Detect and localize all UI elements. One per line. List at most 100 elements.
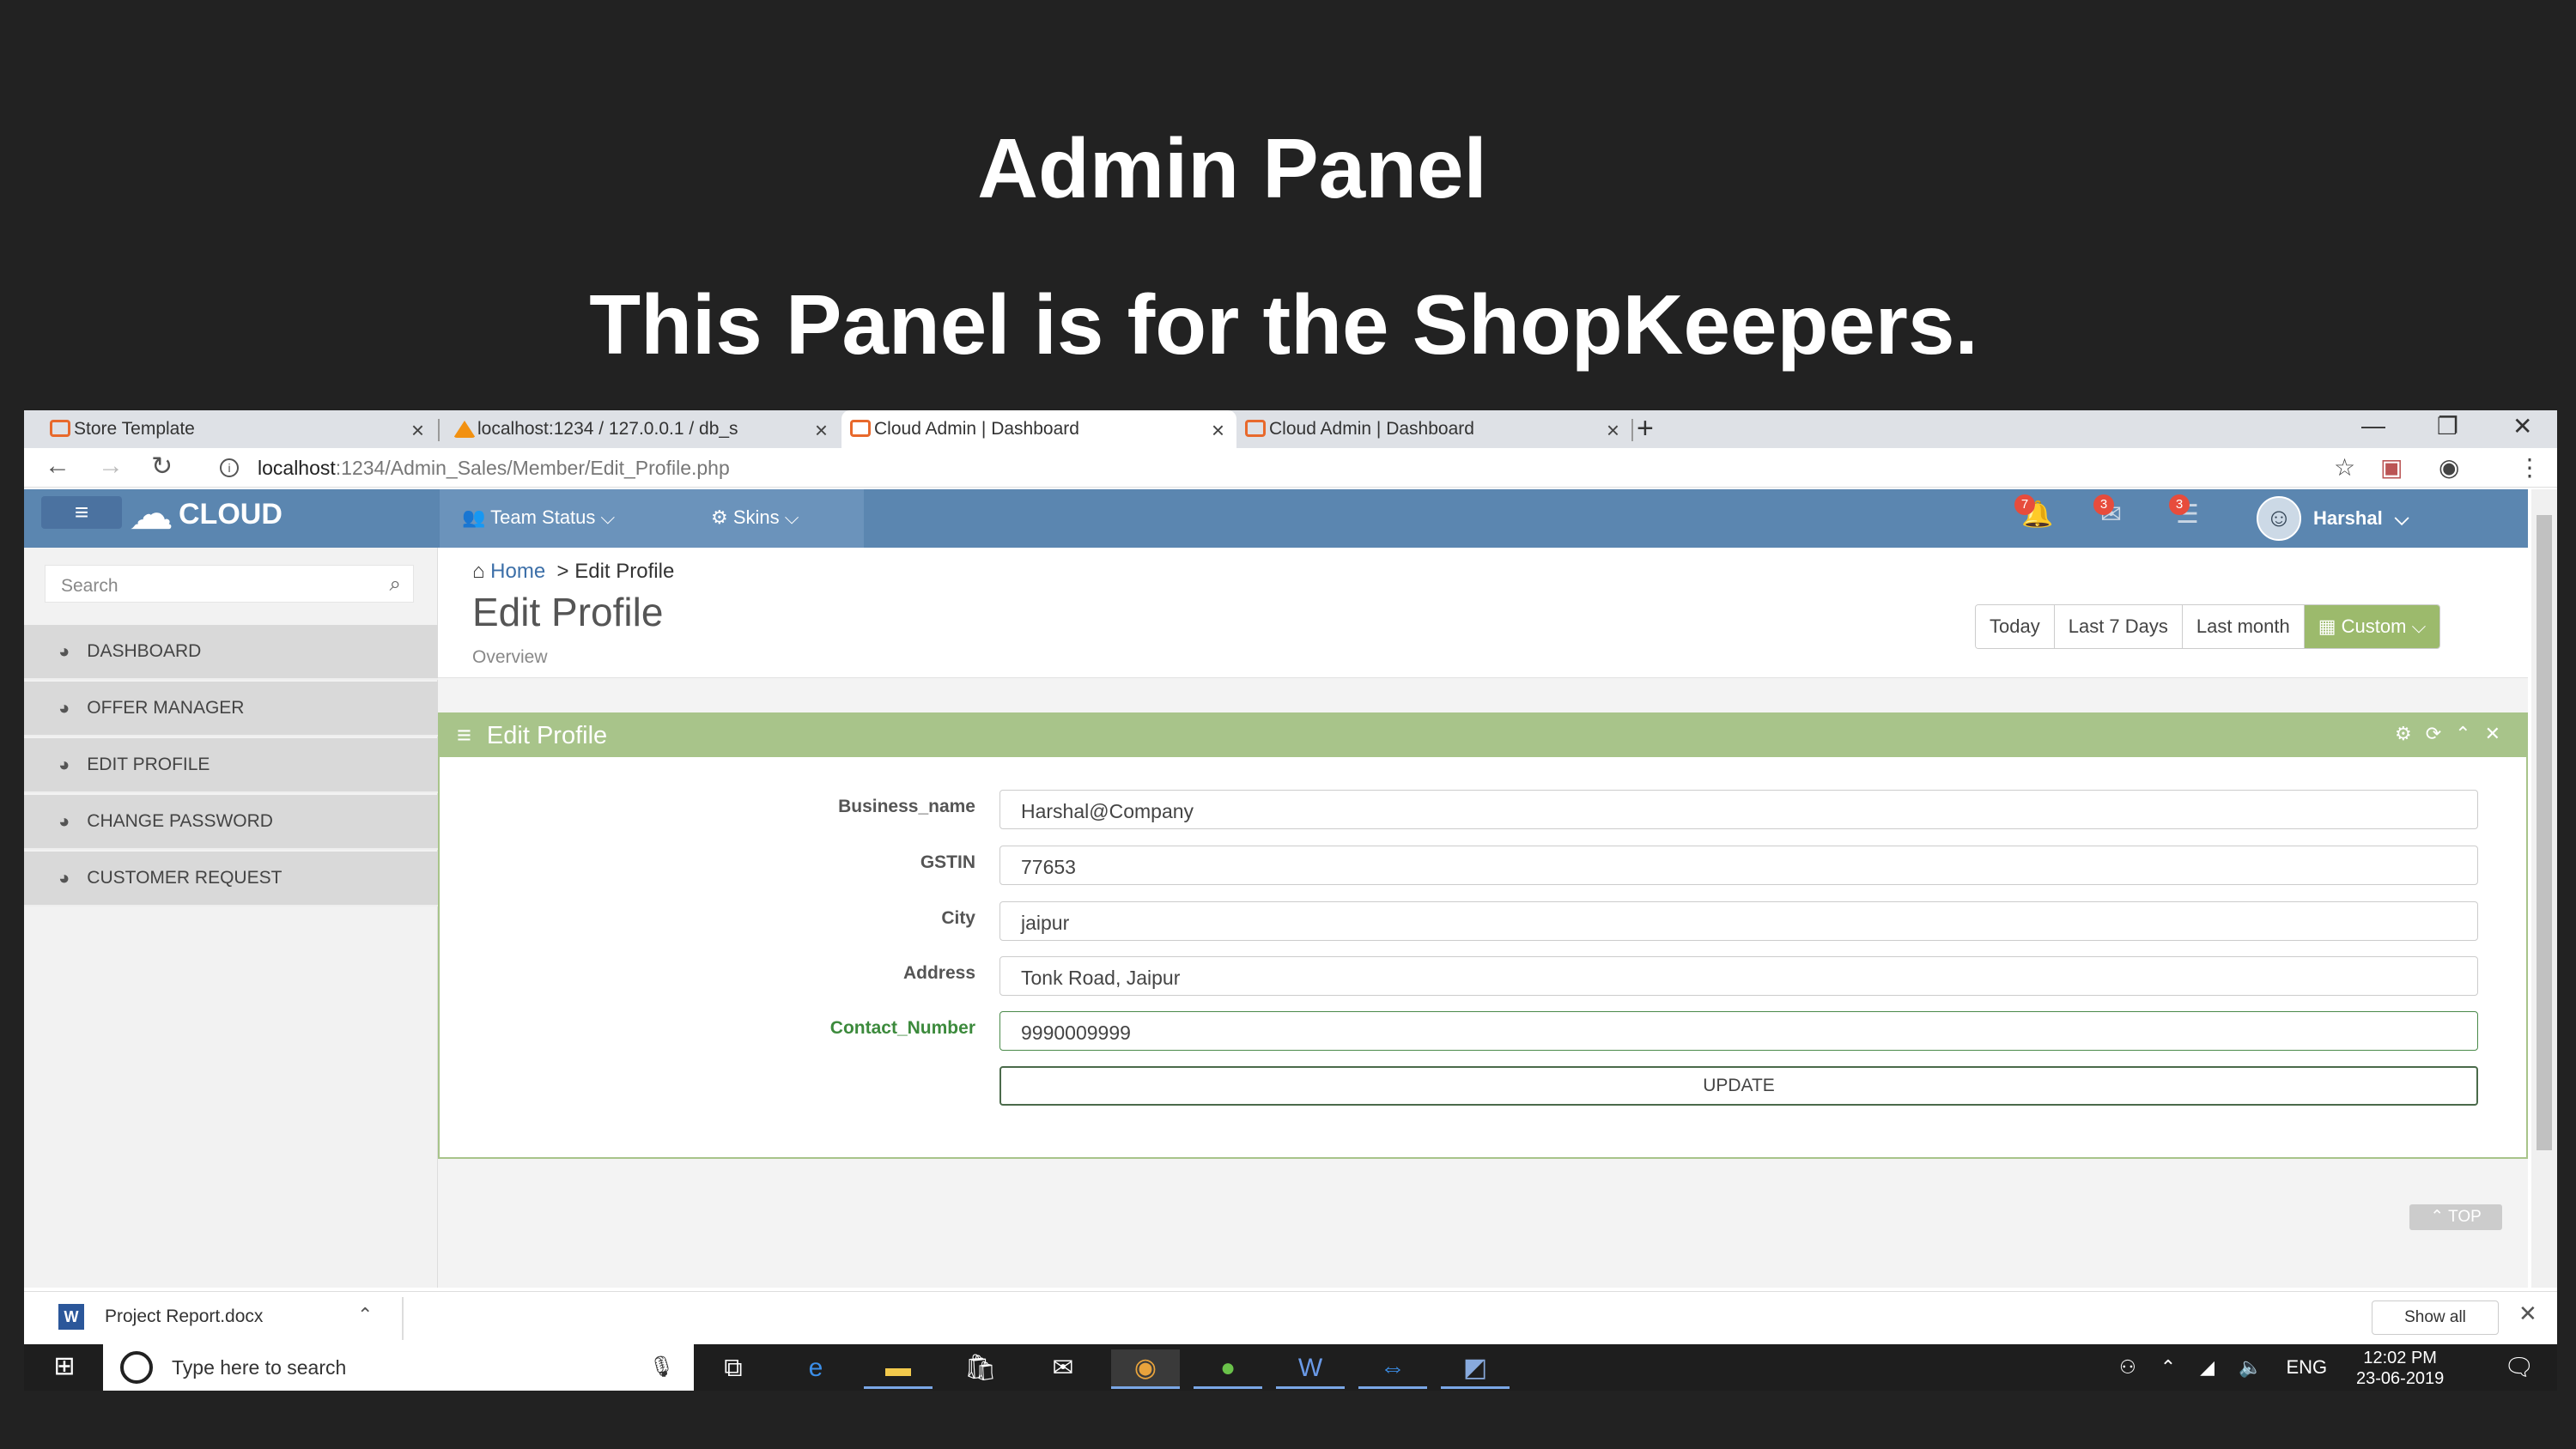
task-count: 3 xyxy=(2169,494,2190,515)
sidebar-item-dashboard[interactable]: ◕ DASHBOARD xyxy=(24,625,438,680)
clock-date: 23-06-2019 xyxy=(2356,1369,2445,1388)
scrollbar[interactable] xyxy=(2531,489,2557,1288)
business-name-label: Business_name xyxy=(838,797,975,816)
date-range-selector: Today Last 7 Days Last month ▦ Custom ⌵ xyxy=(1975,604,2441,649)
new-tab-button[interactable]: + xyxy=(1637,412,1654,446)
task-view-icon[interactable]: ⧉ xyxy=(699,1349,768,1389)
windows-start-icon[interactable]: ⊞ xyxy=(41,1351,88,1384)
close-icon[interactable]: × xyxy=(411,417,424,444)
app-green-icon[interactable]: ● xyxy=(1194,1349,1262,1389)
info-icon[interactable]: i xyxy=(220,458,239,477)
form-row-business-name: Business_name Harshal@Company xyxy=(440,790,2526,829)
today-button[interactable]: Today xyxy=(1976,605,2055,648)
close-icon[interactable]: × xyxy=(815,417,828,444)
city-field[interactable]: jaipur xyxy=(999,901,2478,941)
address-field[interactable]: Tonk Road, Jaipur xyxy=(999,956,2478,996)
business-name-field[interactable]: Harshal@Company xyxy=(999,790,2478,829)
star-icon[interactable]: ☆ xyxy=(2334,453,2355,482)
close-icon[interactable]: ✕ xyxy=(2485,723,2500,745)
sidebar: Search ⌕ ◕ DASHBOARD ◕ OFFER MANAGER ◕ EDIT … xyxy=(24,548,438,1288)
contact-number-field[interactable]: 9990009999 xyxy=(999,1011,2478,1051)
sidebar-item-edit-profile[interactable]: ◕ EDIT PROFILE xyxy=(24,738,438,793)
chrome-icon[interactable]: ◉ xyxy=(1111,1349,1180,1389)
language-indicator[interactable]: ENG xyxy=(2287,1356,2328,1379)
store-icon[interactable]: 🛍 xyxy=(946,1349,1015,1389)
tab-cloud-admin[interactable]: Cloud Admin | Dashboard × xyxy=(1236,410,1631,448)
close-icon[interactable]: ✕ xyxy=(2518,1300,2537,1327)
chevron-up-icon[interactable]: ⌃ xyxy=(2160,1356,2176,1379)
messages-button[interactable]: ✉ 3 xyxy=(2093,494,2122,530)
back-to-top-button[interactable]: ⌃ TOP xyxy=(2409,1204,2502,1230)
gstin-field[interactable]: 77653 xyxy=(999,846,2478,885)
scrollbar-thumb[interactable] xyxy=(2537,515,2552,1150)
teamviewer-icon[interactable]: ⇔ xyxy=(1358,1349,1427,1389)
tab-label: Cloud Admin | Dashboard xyxy=(874,419,1079,439)
notifications-button[interactable]: 🔔 7 xyxy=(2014,494,2053,530)
sidebar-item-change-password[interactable]: ◕ CHANGE PASSWORD xyxy=(24,795,438,850)
sidebar-item-customer-request[interactable]: ◕ CUSTOMER REQUEST xyxy=(24,852,438,906)
reload-icon[interactable]: ↻ xyxy=(151,452,173,482)
download-bar: W Project Report.docx ⌃ Show all ✕ xyxy=(24,1291,2557,1344)
mail-icon[interactable]: ✉ xyxy=(1029,1349,1097,1389)
custom-range-button[interactable]: ▦ Custom ⌵ xyxy=(2304,605,2440,648)
skins-menu[interactable]: ⚙ Skins ⌵ xyxy=(711,506,799,529)
url-field[interactable]: localhost:1234/Admin_Sales/Member/Edit_P… xyxy=(258,457,730,480)
breadcrumb-current: Edit Profile xyxy=(574,560,675,583)
box-header: ≡ Edit Profile ⚙ ⟳ ⌃ ✕ xyxy=(440,714,2526,757)
download-item[interactable]: W Project Report.docx xyxy=(58,1304,263,1330)
download-filename: Project Report.docx xyxy=(105,1307,264,1326)
tab-phpmyadmin[interactable]: localhost:1234 / 127.0.0.1 / db_s × xyxy=(445,410,840,448)
word-icon[interactable]: W xyxy=(1276,1349,1345,1389)
pdf-extension-icon[interactable]: ▣ xyxy=(2380,453,2403,482)
user-menu[interactable]: ☺ Harshal ⌵ xyxy=(2257,496,2409,541)
page-subtitle: Overview xyxy=(472,647,548,667)
xampp-icon xyxy=(850,420,871,437)
taskbar-search[interactable]: Type here to search 🎙 xyxy=(103,1344,694,1391)
back-icon[interactable]: ← xyxy=(45,452,70,481)
sidebar-item-offer-manager[interactable]: ◕ OFFER MANAGER xyxy=(24,682,438,737)
dashboard-icon: ◕ xyxy=(58,754,70,775)
tab-cloud-admin-active[interactable]: Cloud Admin | Dashboard × xyxy=(841,410,1236,448)
breadcrumb-home-link[interactable]: Home xyxy=(490,560,545,583)
profile-icon[interactable]: ◉ xyxy=(2439,453,2459,482)
close-icon[interactable]: × xyxy=(1607,417,1619,444)
sidebar-toggle-button[interactable]: ≡ xyxy=(41,496,122,529)
city-label: City xyxy=(941,908,975,928)
logo[interactable]: ☁ CLOUD xyxy=(129,492,283,537)
close-icon[interactable]: × xyxy=(1212,417,1224,444)
action-center-icon[interactable]: 🗨 xyxy=(2504,1353,2535,1381)
microphone-icon[interactable]: 🎙 xyxy=(649,1355,675,1379)
app-notepad-icon[interactable]: ◩ xyxy=(1441,1349,1510,1389)
edge-icon[interactable]: e xyxy=(781,1349,850,1389)
update-button[interactable]: UPDATE xyxy=(999,1066,2478,1106)
search-input[interactable]: Search ⌕ xyxy=(45,565,414,603)
minimize-button[interactable]: — xyxy=(2361,412,2385,440)
chevron-up-icon[interactable]: ⌃ xyxy=(357,1304,373,1326)
form-row-gstin: GSTIN 77653 xyxy=(440,846,2526,885)
menu-icon[interactable]: ⋮ xyxy=(2518,453,2542,482)
tasks-button[interactable]: ☰ 3 xyxy=(2169,494,2199,530)
clock[interactable]: 12:02 PM 23-06-2019 xyxy=(2356,1348,2444,1389)
tab-label: Store Template xyxy=(74,419,195,439)
file-explorer-icon[interactable]: ▬ xyxy=(864,1349,933,1389)
slide-title: Admin Panel xyxy=(977,121,1487,215)
restore-button[interactable]: ❐ xyxy=(2437,412,2458,440)
search-icon[interactable]: ⌕ xyxy=(390,573,401,597)
window-close-button[interactable]: ✕ xyxy=(2512,412,2532,440)
chevron-up-icon[interactable]: ⌃ xyxy=(2455,723,2470,745)
last-month-button[interactable]: Last month xyxy=(2182,605,2305,648)
forward-icon[interactable]: → xyxy=(98,452,124,481)
people-icon[interactable]: ⚇ xyxy=(2119,1356,2136,1379)
wifi-icon[interactable]: ◢ xyxy=(2200,1356,2215,1379)
team-status-menu[interactable]: 👥 Team Status ⌵ xyxy=(462,506,615,529)
last-7-days-button[interactable]: Last 7 Days xyxy=(2054,605,2183,648)
refresh-icon[interactable]: ⟳ xyxy=(2426,723,2441,745)
taskbar: ⊞ Type here to search 🎙 ⧉ e ▬ 🛍 ✉ ◉ ● W … xyxy=(24,1344,2557,1391)
users-icon: 👥 xyxy=(462,506,486,528)
show-all-button[interactable]: Show all xyxy=(2372,1300,2499,1335)
slide-subtitle: This Panel is for the ShopKeepers. xyxy=(589,277,1978,372)
tab-store-template[interactable]: Store Template × xyxy=(41,410,436,448)
gear-icon[interactable]: ⚙ xyxy=(2395,723,2412,745)
volume-icon[interactable]: 🔈 xyxy=(2239,1356,2262,1379)
address-label: Address xyxy=(902,963,975,983)
